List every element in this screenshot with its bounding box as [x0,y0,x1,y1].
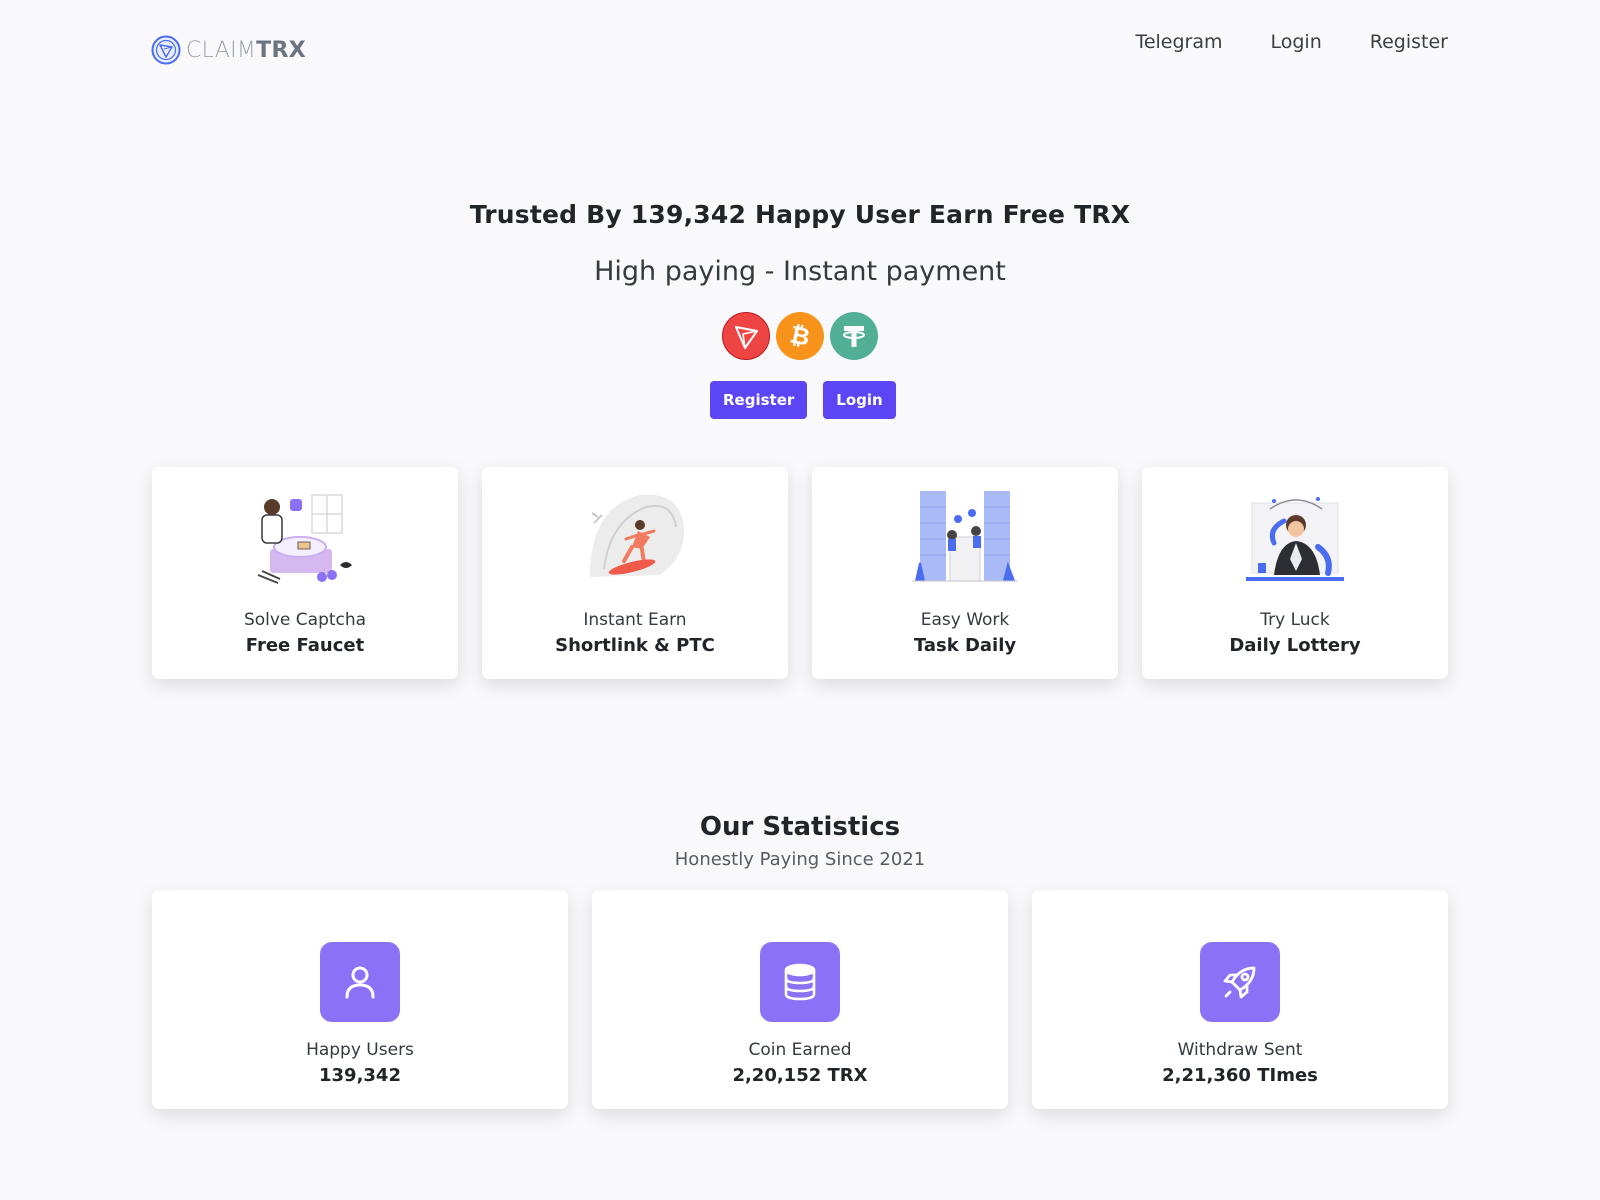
stat-value: 2,21,360 TImes [1162,1065,1318,1086]
database-icon [760,942,840,1022]
feature-card-shortlink[interactable]: Instant Earn Shortlink & PTC [482,467,788,679]
feature-title: Shortlink & PTC [555,635,715,656]
task-illustration [912,491,1018,582]
login-button[interactable]: Login [823,381,896,419]
feature-title: Daily Lottery [1229,635,1361,656]
stat-card-users: Happy Users 139,342 [152,890,568,1109]
rocket-icon [1200,942,1280,1022]
lottery-illustration [1246,497,1344,581]
site-logo[interactable]: CLAIMTRX [151,34,306,66]
nav-telegram-link[interactable]: Telegram [1135,29,1222,55]
feature-card-faucet[interactable]: Solve Captcha Free Faucet [152,467,458,679]
stat-label: Happy Users [306,1040,414,1060]
stat-card-coins: Coin Earned 2,20,152 TRX [592,890,1008,1109]
logo-text-bold: TRX [256,37,306,63]
site-header: CLAIMTRX Telegram Login Register [0,0,1600,100]
feature-small-text: Try Luck [1260,610,1330,630]
stats-title: Our Statistics [699,812,901,842]
svg-text:₿: ₿ [788,321,813,351]
logo-text-light: CLAIM [186,37,257,63]
captcha-illustration [257,494,352,584]
feature-small-text: Solve Captcha [243,610,367,630]
nav-login-link[interactable]: Login [1271,29,1322,55]
logo-text: CLAIMTRX [186,38,306,63]
feature-small-text: Instant Earn [583,610,687,630]
bitcoin-icon: ₿ [776,312,824,360]
user-icon [320,942,400,1022]
feature-cards: Solve Captcha Free Faucet Instant Earn S… [152,467,1448,679]
surfer-illustration [590,494,685,577]
stat-card-withdraw: Withdraw Sent 2,21,360 TImes [1032,890,1448,1109]
feature-title: Free Faucet [245,635,365,656]
tether-icon [830,312,878,360]
main-nav: Telegram Login Register [1135,29,1448,55]
hero-buttons: Register Login [710,381,896,419]
stat-value: 2,20,152 TRX [732,1065,868,1086]
coin-list: ₿ [722,312,884,360]
feature-small-text: Easy Work [920,610,1010,630]
nav-register-link[interactable]: Register [1370,29,1448,55]
stat-label: Coin Earned [748,1040,852,1060]
hero-title: Trusted By 139,342 Happy User Earn Free … [469,200,1131,229]
stat-label: Withdraw Sent [1177,1040,1303,1060]
hero-subtitle: High paying - Instant payment [594,256,1006,287]
feature-card-task[interactable]: Easy Work Task Daily [812,467,1118,679]
feature-card-lottery[interactable]: Try Luck Daily Lottery [1142,467,1448,679]
tron-icon [722,312,770,360]
register-button[interactable]: Register [710,381,808,419]
tron-logo-icon [151,35,181,65]
feature-title: Task Daily [913,635,1017,656]
stat-value: 139,342 [319,1065,401,1086]
stats-subtitle: Honestly Paying Since 2021 [674,849,926,870]
stats-cards: Happy Users 139,342 Coin Earned 2,20,152… [152,890,1448,1109]
